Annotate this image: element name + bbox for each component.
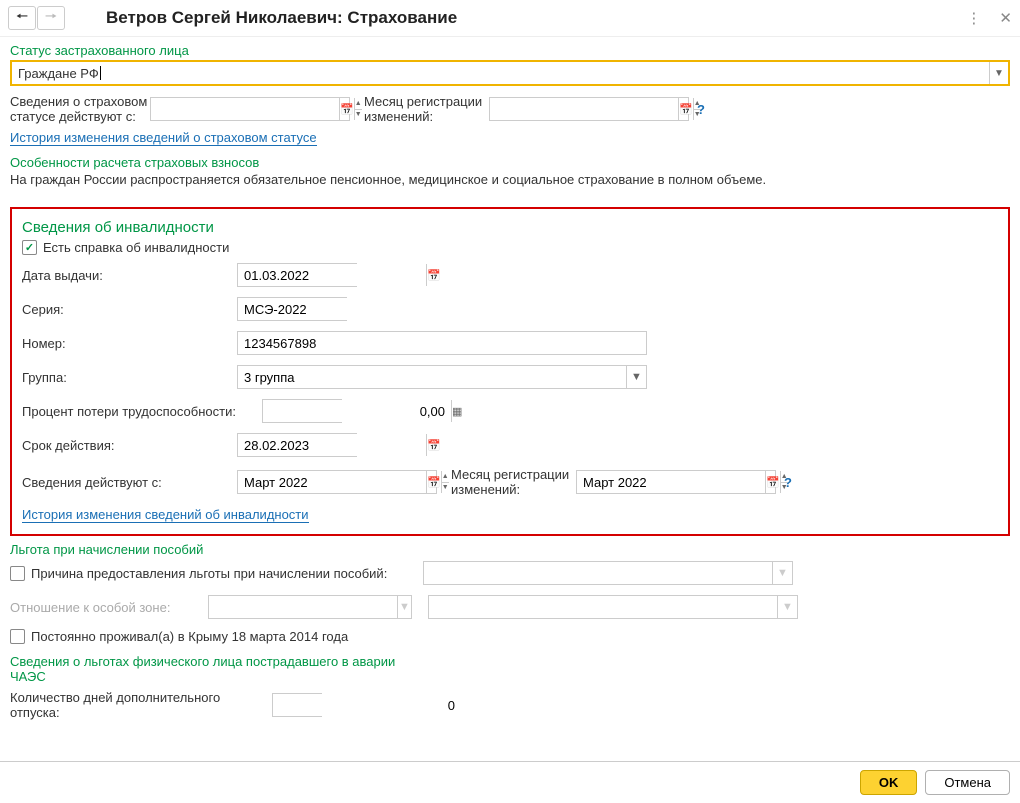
close-icon[interactable]: ✕	[999, 9, 1012, 27]
group-dropdown[interactable]: ▼	[237, 365, 647, 389]
chaes-label: Сведения о льготах физического лица пост…	[10, 654, 410, 684]
calendar-icon[interactable]: 📅	[765, 471, 780, 493]
number-label: Номер:	[22, 336, 237, 351]
has-cert-label: Есть справка об инвалидности	[43, 240, 229, 255]
features-label: Особенности расчета страховых взносов	[10, 155, 1010, 170]
disability-valid-from-field[interactable]	[238, 471, 426, 493]
disability-change-month-field[interactable]	[577, 471, 765, 493]
percent-input[interactable]: ▦	[262, 399, 342, 423]
status-value: Граждане РФ	[18, 66, 99, 81]
chevron-down-icon[interactable]: ▼	[626, 366, 646, 388]
extra-days-input[interactable]	[272, 693, 322, 717]
percent-field[interactable]	[263, 400, 451, 422]
help-icon[interactable]: ?	[784, 475, 792, 490]
chevron-down-icon[interactable]: ▼	[990, 62, 1008, 84]
valid-until-field[interactable]	[238, 434, 426, 456]
group-field[interactable]	[238, 366, 626, 388]
chevron-down-icon[interactable]: ▼	[777, 596, 797, 618]
number-field[interactable]	[238, 332, 646, 354]
chevron-down-icon[interactable]: ▼	[772, 562, 792, 584]
extra-days-field[interactable]	[273, 694, 461, 716]
chevron-down-icon[interactable]: ▼	[397, 596, 411, 618]
disability-valid-from-input[interactable]: 📅 ▲ ▼	[237, 470, 437, 494]
issue-date-input[interactable]: 📅	[237, 263, 357, 287]
spin-down-icon[interactable]: ▼	[442, 483, 449, 494]
zone-dropdown-2[interactable]: ▼	[428, 595, 798, 619]
zone-field-2[interactable]	[429, 596, 777, 618]
calculator-icon[interactable]: ▦	[451, 400, 462, 422]
status-section-label: Статус застрахованного лица	[10, 43, 1010, 58]
percent-label: Процент потери трудоспособности:	[22, 404, 262, 419]
nav-forward-button[interactable]: 🠖	[37, 6, 65, 30]
spin-up-icon[interactable]: ▲	[355, 98, 362, 110]
has-cert-checkbox[interactable]	[22, 240, 37, 255]
toolbar: 🠔 🠖 Ветров Сергей Николаевич: Страховани…	[0, 0, 1020, 37]
status-change-month-label: Месяц регистрации изменений:	[364, 94, 489, 124]
disability-valid-from-label: Сведения действуют с:	[22, 475, 237, 490]
benefit-reason-dropdown[interactable]: ▼	[423, 561, 793, 585]
status-history-link[interactable]: История изменения сведений о страховом с…	[10, 130, 317, 146]
valid-until-input[interactable]: 📅	[237, 433, 357, 457]
page-title: Ветров Сергей Николаевич: Страхование	[106, 8, 457, 28]
crimea-checkbox[interactable]	[10, 629, 25, 644]
group-label: Группа:	[22, 370, 237, 385]
status-change-month-input[interactable]: 📅 ▲ ▼	[489, 97, 689, 121]
zone-field-1[interactable]	[209, 596, 397, 618]
issue-date-field[interactable]	[238, 264, 426, 286]
issue-date-label: Дата выдачи:	[22, 268, 237, 283]
valid-until-label: Срок действия:	[22, 438, 237, 453]
more-icon[interactable]: ⋮	[966, 9, 981, 27]
spin-up-icon[interactable]: ▲	[442, 471, 449, 483]
zone-label: Отношение к особой зоне:	[10, 600, 208, 615]
series-input[interactable]	[237, 297, 347, 321]
extra-days-label: Количество дней дополнительного отпуска:	[10, 690, 272, 720]
nav-back-button[interactable]: 🠔	[8, 6, 36, 30]
footer: OK Отмена	[0, 761, 1020, 803]
calendar-icon[interactable]: 📅	[426, 471, 441, 493]
spin-down-icon[interactable]: ▼	[355, 110, 362, 121]
features-text: На граждан России распространяется обяза…	[10, 172, 1010, 187]
series-field[interactable]	[238, 298, 426, 320]
crimea-label: Постоянно проживал(а) в Крыму 18 марта 2…	[31, 629, 348, 644]
benefit-reason-label: Причина предоставления льготы при начисл…	[31, 566, 423, 581]
disability-change-month-label: Месяц регистрации изменений:	[451, 467, 576, 497]
help-icon[interactable]: ?	[697, 102, 705, 117]
ok-button[interactable]: OK	[860, 770, 918, 795]
calendar-icon[interactable]: 📅	[339, 98, 354, 120]
cancel-button[interactable]: Отмена	[925, 770, 1010, 795]
benefit-reason-checkbox[interactable]	[10, 566, 25, 581]
disability-section-label: Сведения об инвалидности	[22, 219, 998, 236]
disability-section: Сведения об инвалидности Есть справка об…	[10, 207, 1010, 536]
status-change-month-field[interactable]	[490, 98, 678, 120]
benefit-section-label: Льгота при начислении пособий	[10, 542, 1010, 557]
benefit-reason-field[interactable]	[424, 562, 772, 584]
calendar-icon[interactable]: 📅	[426, 434, 441, 456]
zone-dropdown-1[interactable]: ▼	[208, 595, 412, 619]
calendar-icon[interactable]: 📅	[678, 98, 693, 120]
disability-history-link[interactable]: История изменения сведений об инвалиднос…	[22, 507, 309, 523]
series-label: Серия:	[22, 302, 237, 317]
disability-change-month-input[interactable]: 📅 ▲ ▼	[576, 470, 776, 494]
status-valid-from-field[interactable]	[151, 98, 339, 120]
status-valid-from-input[interactable]: 📅 ▲ ▼	[150, 97, 350, 121]
status-dropdown[interactable]: Граждане РФ ▼	[10, 60, 1010, 86]
status-valid-from-label: Сведения о страховом статусе действуют с…	[10, 94, 150, 124]
calendar-icon[interactable]: 📅	[426, 264, 441, 286]
number-input[interactable]	[237, 331, 647, 355]
